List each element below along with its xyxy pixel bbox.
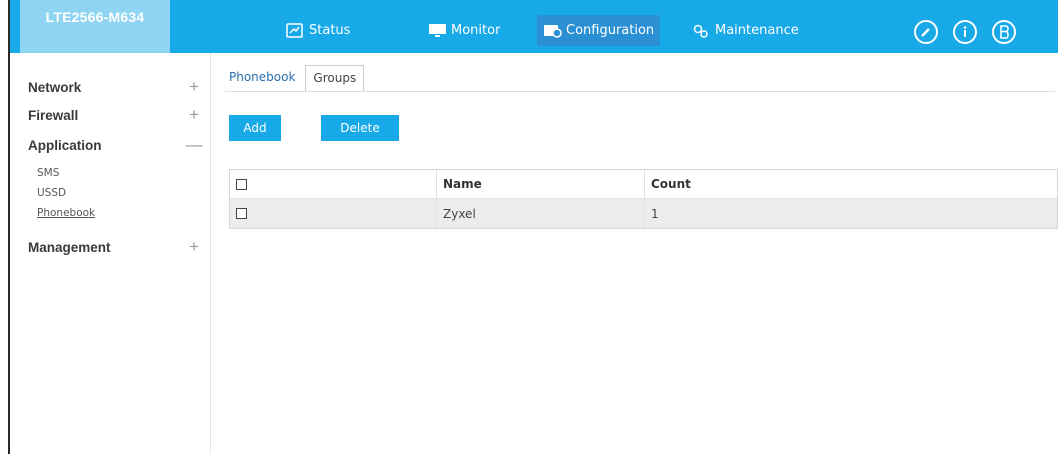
app-window: LTE2566-M634 Status Monitor Configuratio…	[8, 0, 1058, 454]
sidebar-item-label: Management	[28, 239, 111, 255]
row-select-cell	[230, 199, 437, 228]
expand-icon[interactable]: +	[185, 77, 203, 97]
column-header-count[interactable]: Count	[645, 170, 1057, 198]
sidebar-item-firewall[interactable]: Firewall +	[28, 105, 203, 125]
status-icon	[286, 22, 303, 38]
logout-icon[interactable]	[992, 20, 1016, 44]
sidebar-item-label: Network	[28, 79, 82, 95]
sidebar-item-label: Application	[28, 137, 102, 153]
add-button[interactable]: Add	[229, 115, 281, 141]
nav-configuration-label: Configuration	[566, 23, 655, 38]
sidebar-subitem-sms[interactable]: SMS	[37, 167, 59, 179]
nav-monitor-label: Monitor	[451, 22, 501, 38]
tab-bar: Phonebook Groups	[225, 65, 365, 92]
model-name: LTE2566-M634	[45, 9, 145, 25]
tab-divider	[225, 91, 1055, 92]
main-content: Phonebook Groups Add Delete Name Count Z…	[210, 53, 1058, 454]
sidebar-item-application[interactable]: Application —	[28, 135, 203, 155]
table-header-row: Name Count	[230, 170, 1057, 199]
sidebar-item-label: Firewall	[28, 107, 79, 123]
sidebar-subitem-phonebook[interactable]: Phonebook	[37, 207, 95, 219]
brand-logo[interactable]: LTE2566-M634	[20, 0, 170, 53]
sidebar: Network + Firewall + Application — SMS U…	[10, 53, 210, 454]
info-icon[interactable]	[953, 20, 977, 44]
select-all-cell	[230, 170, 437, 198]
sidebar-item-management[interactable]: Management +	[28, 237, 203, 257]
select-all-checkbox[interactable]	[236, 178, 247, 190]
nav-status-label: Status	[309, 22, 351, 38]
gear-icon	[692, 23, 709, 38]
nav-monitor[interactable]: Monitor	[422, 15, 506, 45]
column-header-name[interactable]: Name	[437, 170, 645, 198]
wizard-icon[interactable]	[914, 20, 938, 44]
configuration-icon	[543, 23, 562, 38]
groups-table: Name Count Zyxel 1	[229, 169, 1058, 229]
delete-button[interactable]: Delete	[321, 115, 399, 141]
monitor-icon	[428, 23, 446, 38]
nav-configuration[interactable]: Configuration	[537, 15, 661, 46]
expand-icon[interactable]: +	[185, 237, 203, 257]
collapse-icon[interactable]: —	[185, 135, 203, 155]
tab-phonebook[interactable]: Phonebook	[225, 65, 299, 92]
nav-status[interactable]: Status	[280, 15, 356, 45]
expand-icon[interactable]: +	[185, 105, 203, 125]
nav-maintenance[interactable]: Maintenance	[686, 15, 805, 45]
group-name-cell: Zyxel	[437, 199, 645, 228]
tab-groups[interactable]: Groups	[305, 65, 365, 92]
top-bar: LTE2566-M634 Status Monitor Configuratio…	[10, 0, 1058, 53]
nav-maintenance-label: Maintenance	[715, 22, 799, 38]
sidebar-item-network[interactable]: Network +	[28, 77, 203, 97]
sidebar-subitem-ussd[interactable]: USSD	[37, 187, 66, 199]
table-row[interactable]: Zyxel 1	[230, 199, 1057, 228]
row-checkbox[interactable]	[236, 208, 247, 219]
group-count-cell: 1	[651, 206, 659, 221]
